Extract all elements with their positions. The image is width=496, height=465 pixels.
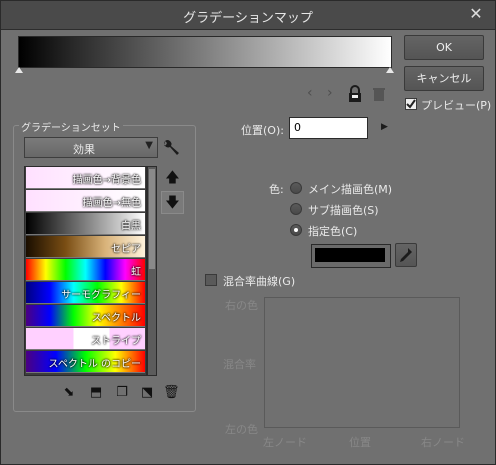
list-item-label: 虹 [131,267,141,278]
radio-specified-color[interactable] [290,224,302,236]
radio-sub-color[interactable] [290,203,302,215]
curve-y-top-label: 右の色 [225,299,258,312]
color-label: 色: [269,183,284,196]
color-swatch[interactable] [315,248,385,262]
prev-node-icon[interactable]: ‹ [307,85,313,101]
position-input[interactable]: 0 [289,117,368,139]
gradient-node-right[interactable] [386,67,394,73]
eyedropper-icon [400,248,412,262]
list-scrollbar[interactable] [147,166,157,376]
gradient-set-list[interactable]: 描画色→背景色描画色→無色白黒セピア虹サーモグラフィースペクトルストライプスペク… [24,166,147,376]
blend-curve-checkbox[interactable] [205,274,217,286]
curve-x-left-label: 左ノード [263,436,307,449]
list-item[interactable]: サーモグラフィー [26,282,145,304]
list-item-label: 描画色→背景色 [72,175,141,186]
preview-label: プレビュー(P) [421,99,492,112]
add-from-picker-icon[interactable]: ⬊ [61,385,77,401]
gradient-set-dropdown[interactable]: 効果 ▼ [24,137,158,158]
node-swap-icon[interactable] [346,85,364,103]
add-set-icon[interactable]: ⬔ [139,385,155,401]
trash-icon[interactable] [372,86,386,102]
dropdown-value: 効果 [73,143,95,156]
delete-set-icon[interactable]: 🗑 [163,385,180,401]
color-swatch-frame[interactable] [311,244,391,268]
gradient-preview-bar[interactable] [18,36,392,68]
list-item[interactable]: 虹 [26,259,145,281]
list-item-label: スペクトル のコピー [48,359,141,370]
blend-curve-graph[interactable] [264,297,460,428]
sub-color-label: サブ描画色(S) [308,204,379,217]
cancel-button[interactable]: キャンセル [404,66,484,91]
import-icon[interactable]: ⬒ [88,385,104,401]
move-down-icon[interactable]: 🡇 [161,191,184,214]
main-color-label: メイン描画色(M) [308,183,393,196]
list-item[interactable]: スペクトル [26,305,145,327]
title-bar[interactable]: グラデーションマップ ✕ [1,1,495,30]
eyedropper-button[interactable] [395,243,417,267]
position-arrow-icon[interactable]: ▶ [381,122,388,132]
position-label: 位置(O): [241,124,284,137]
next-node-icon[interactable]: › [327,85,333,101]
list-item-label: ストライプ [91,336,141,347]
radio-main-color[interactable] [290,182,302,194]
list-item-label: 白黒 [121,221,141,232]
list-item[interactable]: ストライプ [26,328,145,350]
list-item-label: セピア [111,244,141,255]
ok-button[interactable]: OK [404,35,484,60]
curve-x-mid-label: 位置 [349,436,371,449]
list-item-label: スペクトル [91,313,141,324]
list-item[interactable]: スペクトル のコピー [26,351,145,373]
duplicate-icon[interactable]: ❐ [114,385,130,401]
chevron-down-icon: ▼ [145,140,153,151]
dialog-title: グラデーションマップ [183,11,313,26]
scrollbar-thumb[interactable] [149,169,155,269]
specified-color-label: 指定色(C) [308,225,358,238]
curve-x-right-label: 右ノード [421,436,465,449]
list-item[interactable]: 描画色→無色 [26,190,145,212]
checkmark-icon [406,99,416,109]
curve-y-mid-label: 混合率 [223,358,256,371]
list-item[interactable]: セピア [26,236,145,258]
preview-checkbox[interactable] [405,98,417,110]
list-item-label: 描画色→無色 [82,198,141,209]
wrench-icon[interactable] [161,138,181,158]
gradient-map-dialog: グラデーションマップ ✕ OK キャンセル プレビュー(P) ‹ › グラデーシ… [0,0,496,465]
list-item[interactable]: 描画色→背景色 [26,167,145,189]
curve-y-bottom-label: 左の色 [225,423,258,436]
gradient-set-label: グラデーションセット [19,119,123,134]
list-item-label: サーモグラフィー [61,290,141,301]
list-item[interactable]: 白黒 [26,213,145,235]
move-up-icon[interactable]: 🡅 [161,167,184,190]
gradient-node-left[interactable] [15,67,23,73]
close-icon[interactable]: ✕ [467,5,485,23]
blend-curve-label: 混合率曲線(G) [223,275,296,288]
